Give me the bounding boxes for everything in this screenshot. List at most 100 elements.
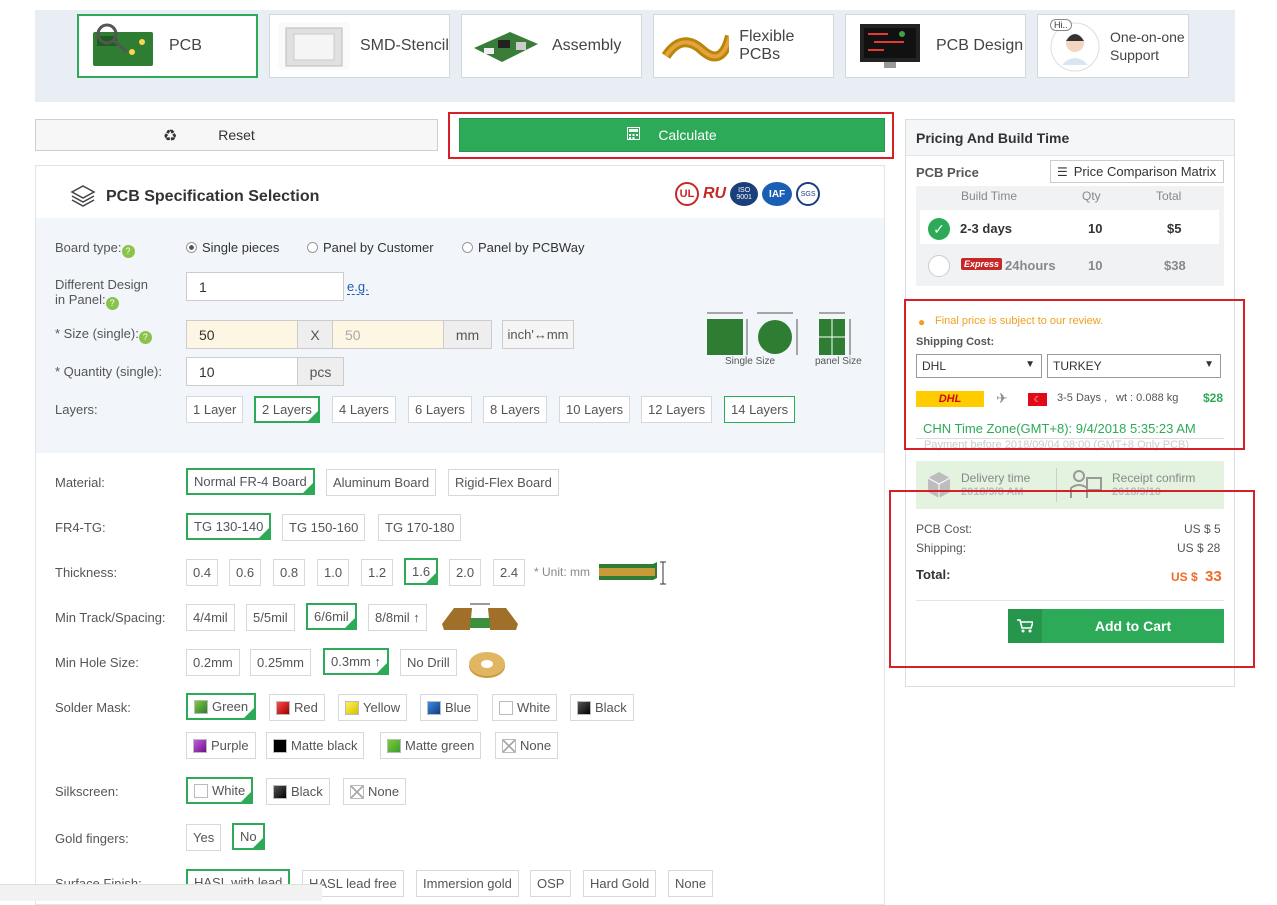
material-fr4[interactable]: Normal FR-4 Board <box>186 468 315 495</box>
gold-fingers-yes[interactable]: Yes <box>186 824 222 851</box>
track-spacing-icon <box>440 600 520 637</box>
layers-2[interactable]: 2 Layers <box>254 396 320 423</box>
tg-150-160[interactable]: TG 150-160 <box>282 514 366 541</box>
mask-white[interactable]: White <box>492 694 558 721</box>
board-type-label: Board type:? <box>55 240 135 258</box>
layers-8[interactable]: 8 Layers <box>483 396 547 423</box>
silk-none[interactable]: None <box>343 778 407 805</box>
qty-standard: 10 <box>1088 221 1103 236</box>
support-label-line1: One-on-one <box>1110 29 1185 45</box>
track-8-8[interactable]: 8/8mil ↑ <box>368 604 427 631</box>
board-type-single[interactable]: Single pieces <box>186 240 279 255</box>
hi-bubble: Hi.. <box>1050 19 1072 31</box>
material-rigid-flex[interactable]: Rigid-Flex Board <box>448 469 559 496</box>
material-label: Material: <box>55 475 105 490</box>
thickness-2-0[interactable]: 2.0 <box>449 559 482 586</box>
thickness-0-6[interactable]: 0.6 <box>229 559 262 586</box>
layers-10[interactable]: 10 Layers <box>559 396 631 423</box>
surface-immersion-gold[interactable]: Immersion gold <box>416 870 519 897</box>
flex-pcb-icon <box>662 22 730 70</box>
layers-14[interactable]: 14 Layers <box>724 396 796 423</box>
yellow-swatch-icon <box>345 700 359 715</box>
radio-empty-icon <box>928 255 950 277</box>
mask-red[interactable]: Red <box>269 694 325 721</box>
mask-purple[interactable]: Purple <box>186 732 256 759</box>
green-swatch-icon <box>194 699 208 714</box>
tab-assembly[interactable]: Assembly <box>461 14 642 78</box>
tab-support[interactable]: Hi.. One-on-one Support <box>1037 14 1189 78</box>
black-swatch-icon <box>273 784 287 799</box>
col-qty: Qty <box>1082 189 1101 203</box>
layers-4[interactable]: 4 Layers <box>332 396 396 423</box>
hole-0-25[interactable]: 0.25mm <box>250 649 311 676</box>
quantity-input[interactable]: 10 <box>186 357 298 386</box>
board-type-panel-customer[interactable]: Panel by Customer <box>307 240 434 255</box>
mask-matte-green[interactable]: Matte green <box>380 732 482 759</box>
col-build-time: Build Time <box>961 189 1018 203</box>
highlight-calculate <box>448 112 894 159</box>
layers-1[interactable]: 1 Layer <box>186 396 244 423</box>
receipt-confirm-label: Receipt confirm <box>1112 471 1196 485</box>
mask-none[interactable]: None <box>495 732 559 759</box>
highlight-shipping <box>904 299 1245 450</box>
list-icon: ☰ <box>1057 164 1068 179</box>
tg-130-140[interactable]: TG 130-140 <box>186 513 272 540</box>
tab-smd-stencil-label: SMD-Stencil <box>360 37 449 54</box>
layers-6[interactable]: 6 Layers <box>408 396 472 423</box>
mask-black[interactable]: Black <box>570 694 634 721</box>
thickness-0-4[interactable]: 0.4 <box>186 559 219 586</box>
inch-mm-toggle[interactable]: inch'↔mm <box>502 320 574 349</box>
size-height-input[interactable]: 50 <box>332 320 444 349</box>
price-matrix-button[interactable]: ☰ Price Comparison Matrix <box>1050 160 1224 183</box>
board-thickness-icon <box>597 558 669 591</box>
mask-green[interactable]: Green <box>186 693 257 720</box>
mask-yellow[interactable]: Yellow <box>338 694 408 721</box>
tab-smd-stencil[interactable]: SMD-Stencil <box>269 14 450 78</box>
support-avatar-icon: Hi.. <box>1048 19 1102 73</box>
bottom-scrollbar[interactable] <box>0 884 322 901</box>
tg-170-180[interactable]: TG 170-180 <box>378 514 462 541</box>
hole-0-3[interactable]: 0.3mm ↑ <box>323 648 389 675</box>
material-aluminum[interactable]: Aluminum Board <box>326 469 437 496</box>
board-type-panel-pcbway[interactable]: Panel by PCBWay <box>462 240 584 255</box>
surface-none[interactable]: None <box>668 870 714 897</box>
hole-0-2[interactable]: 0.2mm <box>186 649 240 676</box>
tab-pcb[interactable]: PCB <box>77 14 258 78</box>
mask-matte-black[interactable]: Matte black <box>266 732 365 759</box>
size-width-input[interactable]: 50 <box>186 320 298 349</box>
reset-label: Reset <box>218 127 255 143</box>
thickness-label: Thickness: <box>55 565 118 580</box>
eg-link[interactable]: e.g. <box>347 279 369 295</box>
help-icon: ? <box>121 245 135 258</box>
gold-fingers-no[interactable]: No <box>232 823 265 850</box>
tab-flexible-pcbs[interactable]: Flexible PCBs <box>653 14 834 78</box>
red-swatch-icon <box>276 700 290 715</box>
sgs-logo-icon: SGS <box>796 182 821 206</box>
mask-blue[interactable]: Blue <box>420 694 479 721</box>
thickness-1-2[interactable]: 1.2 <box>361 559 394 586</box>
none-swatch-icon <box>502 738 516 753</box>
reset-button[interactable]: ♻ Reset <box>35 119 438 151</box>
surface-hard-gold[interactable]: Hard Gold <box>583 870 657 897</box>
thickness-unit: * Unit: mm <box>534 565 591 579</box>
tab-assembly-label: Assembly <box>552 37 622 54</box>
thickness-2-4[interactable]: 2.4 <box>493 559 526 586</box>
matte-green-swatch-icon <box>387 738 401 753</box>
col-total: Total <box>1156 189 1182 203</box>
track-4-4[interactable]: 4/4mil <box>186 604 235 631</box>
track-5-5[interactable]: 5/5mil <box>246 604 295 631</box>
tab-pcb-design[interactable]: PCB Design <box>845 14 1026 78</box>
different-design-input[interactable]: 1 <box>186 272 344 301</box>
thickness-1-6[interactable]: 1.6 <box>404 558 439 585</box>
thickness-0-8[interactable]: 0.8 <box>273 559 306 586</box>
silk-white[interactable]: White <box>186 777 254 804</box>
hole-no-drill[interactable]: No Drill <box>400 649 457 676</box>
panel-size-diagram <box>815 303 855 361</box>
silk-black[interactable]: Black <box>266 778 330 805</box>
none-swatch-icon <box>350 784 364 799</box>
thickness-1-0[interactable]: 1.0 <box>317 559 350 586</box>
surface-osp[interactable]: OSP <box>530 870 572 897</box>
track-6-6[interactable]: 6/6mil <box>306 603 357 630</box>
spec-title: PCB Specification Selection <box>106 188 320 205</box>
layers-12[interactable]: 12 Layers <box>641 396 713 423</box>
